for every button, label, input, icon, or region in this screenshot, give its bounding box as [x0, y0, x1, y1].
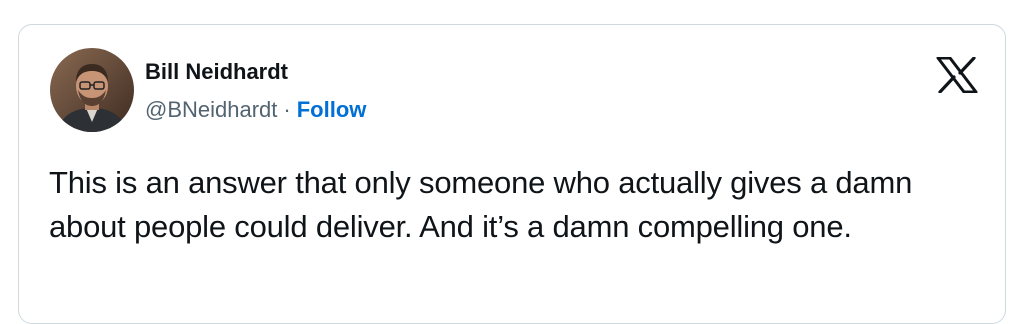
avatar-photo	[50, 48, 134, 132]
follow-link[interactable]: Follow	[297, 97, 367, 122]
x-logo-icon[interactable]	[936, 56, 978, 94]
author-name[interactable]: Bill Neidhardt	[145, 59, 288, 85]
avatar[interactable]	[50, 48, 134, 132]
separator-dot: ·	[283, 97, 291, 122]
embedded-tweet-card[interactable]: Bill Neidhardt @BNeidhardt · Follow This i…	[18, 24, 1006, 324]
handle-row: @BNeidhardt · Follow	[145, 97, 366, 123]
x-logo-glyph	[936, 56, 978, 94]
author-handle[interactable]: @BNeidhardt	[145, 97, 277, 122]
tweet-text: This is an answer that only someone who …	[49, 165, 913, 244]
